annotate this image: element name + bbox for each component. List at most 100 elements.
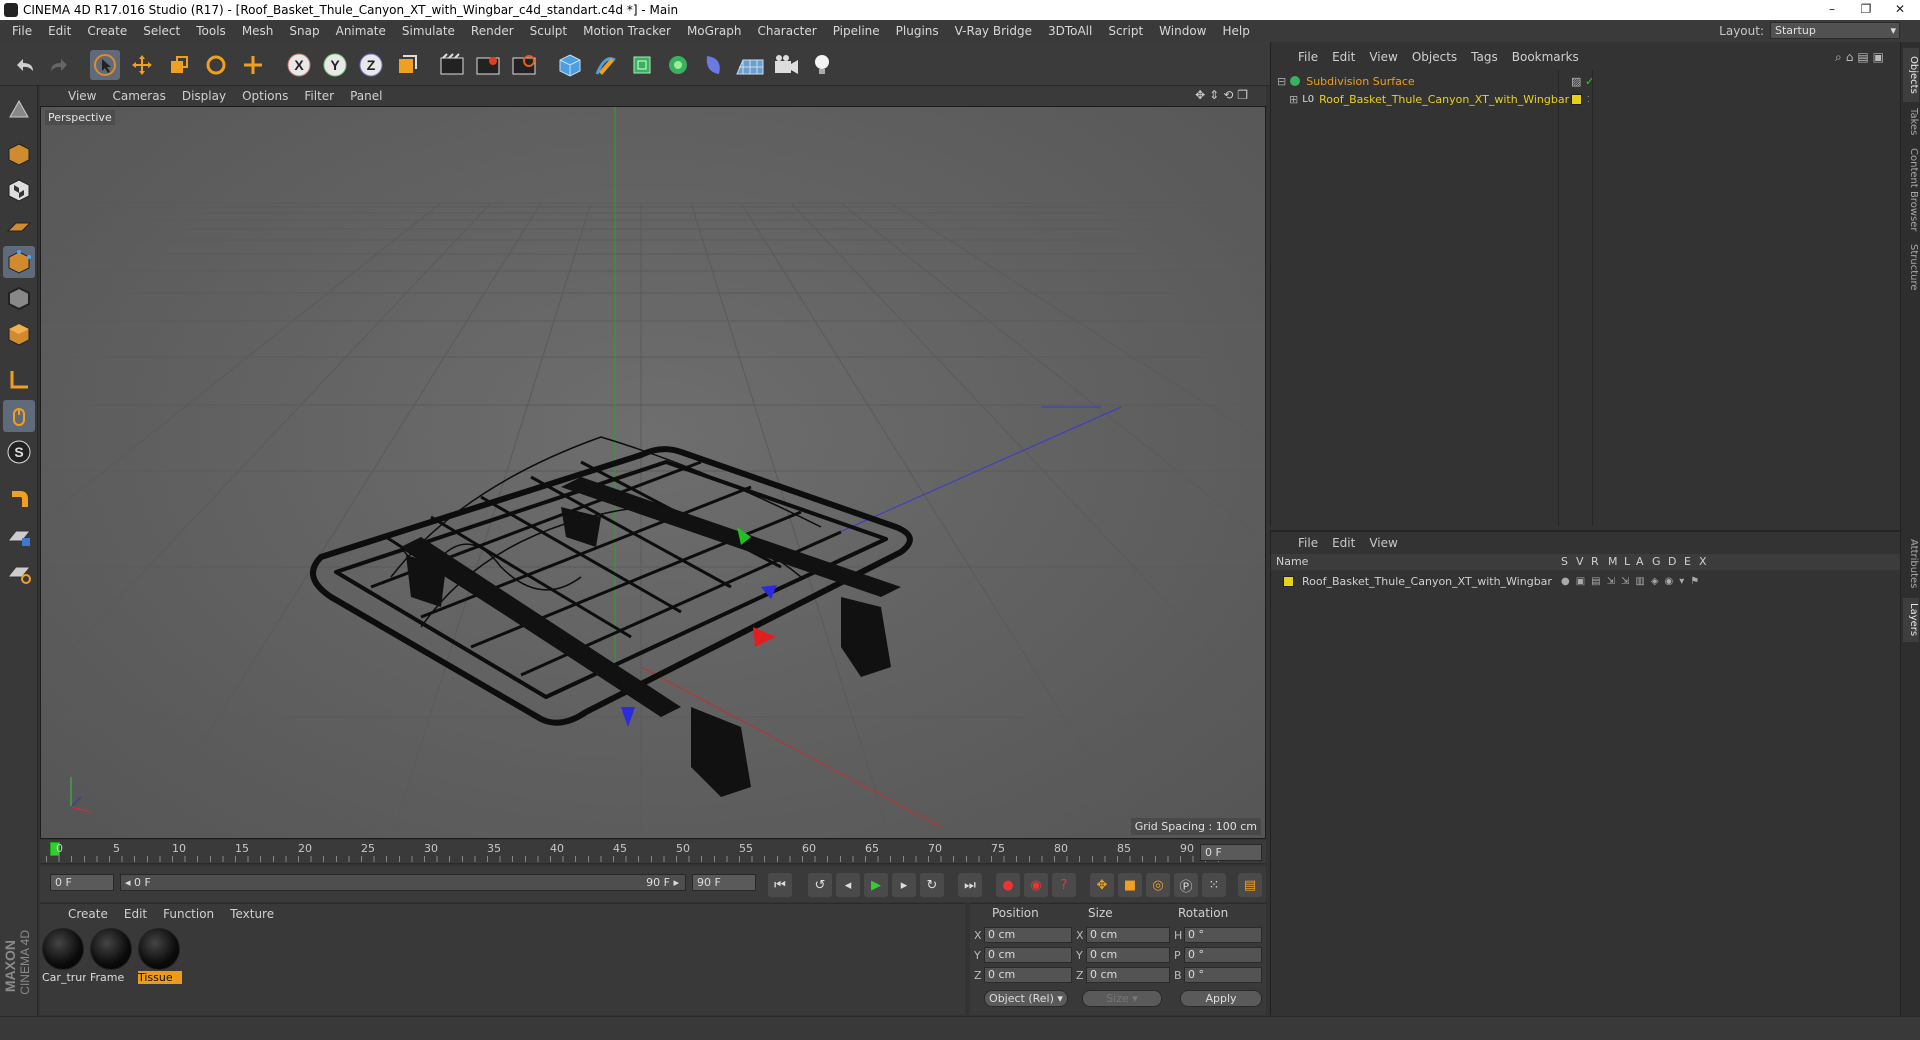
select-icon[interactable] [90, 50, 120, 80]
material-swatch[interactable]: Frame [90, 928, 134, 988]
step-back-icon[interactable]: ◂ [836, 873, 860, 897]
workplane-grid-icon[interactable] [3, 556, 35, 588]
size-z-field[interactable]: 0 cm [1086, 967, 1170, 983]
timeline-window-icon[interactable]: ▤ [1238, 873, 1262, 897]
layer-color-swatch[interactable] [1283, 575, 1294, 587]
keyframe-selection-icon[interactable]: ? [1052, 873, 1076, 897]
key-scale-icon[interactable]: ■ [1118, 873, 1142, 897]
lm-menu-view[interactable]: View [1362, 536, 1404, 550]
points-mode-icon[interactable] [3, 246, 35, 278]
light-icon[interactable] [807, 50, 837, 80]
redo-icon[interactable] [44, 50, 74, 80]
menu-snap[interactable]: Snap [281, 24, 327, 38]
floor-icon[interactable] [735, 50, 765, 80]
material-swatch[interactable]: Car_trur [42, 928, 86, 988]
material-swatch-selected[interactable]: Tissue [138, 928, 182, 988]
size-y-field[interactable]: 0 cm [1086, 947, 1170, 963]
close-button[interactable]: ✕ [1886, 0, 1914, 18]
frame-range-slider[interactable]: ◂ 0 F 90 F ▸ [120, 874, 686, 891]
object-row-roof-basket[interactable]: ⊞ L0 Roof_Basket_Thule_Canyon_XT_with_Wi… [1289, 90, 1897, 108]
step-forward-icon[interactable]: ▸ [892, 873, 916, 897]
menu-create[interactable]: Create [79, 24, 135, 38]
go-to-end-icon[interactable]: ⏭ [958, 873, 982, 897]
render-picture-icon[interactable] [473, 50, 503, 80]
layer-row[interactable]: Roof_Basket_Thule_Canyon_XT_with_Wingbar… [1283, 572, 1893, 590]
end-frame-field[interactable]: 90 F [692, 874, 756, 891]
om-menu-edit[interactable]: Edit [1325, 50, 1362, 64]
lm-menu-edit[interactable]: Edit [1325, 536, 1362, 550]
viewport-nav-icons[interactable]: ✥⇕⟲❐ [1187, 88, 1260, 102]
tab-structure[interactable]: Structure [1903, 240, 1919, 294]
viewport-menu-cameras[interactable]: Cameras [104, 89, 173, 103]
texture-mode-icon[interactable] [3, 174, 35, 206]
om-menu-file[interactable]: File [1291, 50, 1325, 64]
menu-help[interactable]: Help [1214, 24, 1257, 38]
undo-icon[interactable] [10, 50, 40, 80]
z-axis-icon[interactable]: Z [356, 50, 386, 80]
position-x-field[interactable]: 0 cm [984, 927, 1072, 943]
layer-color-swatch[interactable] [1571, 93, 1582, 105]
viewport-menu-options[interactable]: Options [234, 89, 296, 103]
timeline-ruler[interactable]: 0 5 10 15 20 25 30 35 40 45 50 55 60 65 … [40, 840, 1266, 864]
cube-icon[interactable] [555, 50, 585, 80]
world-coord-icon[interactable] [392, 50, 422, 80]
menu-3dtoall[interactable]: 3DToAll [1040, 24, 1100, 38]
material-menu-create[interactable]: Create [60, 907, 116, 921]
tab-content-browser[interactable]: Content Browser [1903, 142, 1919, 238]
current-frame-field[interactable]: 0 F [1200, 844, 1262, 861]
position-y-field[interactable]: 0 cm [984, 947, 1072, 963]
layout-select[interactable]: Startup ▾ [1770, 22, 1900, 39]
menu-file[interactable]: File [4, 24, 40, 38]
y-axis-icon[interactable]: Y [320, 50, 350, 80]
key-parameter-icon[interactable]: Ⓟ [1174, 873, 1198, 897]
pen-icon[interactable] [591, 50, 621, 80]
key-position-icon[interactable]: ✥ [1090, 873, 1114, 897]
rotation-b-field[interactable]: 0 ° [1184, 967, 1262, 983]
object-row-subdivision[interactable]: ⊟ Subdivision Surface ▨ ✓ [1277, 72, 1897, 90]
menu-mograph[interactable]: MoGraph [679, 24, 750, 38]
menu-plugins[interactable]: Plugins [888, 24, 947, 38]
tree-expand-icon[interactable]: ⊞ [1289, 93, 1298, 106]
camera-icon[interactable] [771, 50, 801, 80]
start-frame-field[interactable]: 0 F [50, 874, 114, 891]
enabled-check-icon[interactable]: ✓ [1585, 75, 1594, 88]
viewport-menu-view[interactable]: View [60, 89, 104, 103]
tab-takes[interactable]: Takes [1903, 104, 1919, 140]
key-pla-icon[interactable]: ⁙ [1202, 873, 1226, 897]
lm-menu-file[interactable]: File [1291, 536, 1325, 550]
viewport-menu-display[interactable]: Display [174, 89, 234, 103]
menu-character[interactable]: Character [749, 24, 824, 38]
subdivision-icon[interactable] [627, 50, 657, 80]
material-menu-function[interactable]: Function [155, 907, 222, 921]
lock-workplane-icon[interactable] [3, 520, 35, 552]
position-z-field[interactable]: 0 cm [984, 967, 1072, 983]
menu-simulate[interactable]: Simulate [394, 24, 463, 38]
axis-mode-icon[interactable] [3, 364, 35, 396]
material-menu-texture[interactable]: Texture [222, 907, 282, 921]
minimize-button[interactable]: – [1818, 0, 1846, 18]
menu-tools[interactable]: Tools [188, 24, 234, 38]
maximize-button[interactable]: ❐ [1852, 0, 1880, 18]
edges-mode-icon[interactable] [3, 282, 35, 314]
autokey-icon[interactable]: ◉ [1024, 873, 1048, 897]
render-view-icon[interactable] [437, 50, 467, 80]
menu-edit[interactable]: Edit [40, 24, 79, 38]
play-icon[interactable]: ▶ [864, 873, 888, 897]
render-settings-icon[interactable] [509, 50, 539, 80]
deformer-icon[interactable] [699, 50, 729, 80]
menu-motion-tracker[interactable]: Motion Tracker [575, 24, 679, 38]
perspective-viewport[interactable]: Perspective Grid Spacing : 100 cm [40, 106, 1266, 839]
move-icon[interactable] [127, 50, 157, 80]
x-axis-icon[interactable]: X [284, 50, 314, 80]
key-rotation-icon[interactable]: ◎ [1146, 873, 1170, 897]
tweak-mode-icon[interactable] [3, 400, 35, 432]
record-key-icon[interactable]: ● [996, 873, 1020, 897]
size-x-field[interactable]: 0 cm [1086, 927, 1170, 943]
snap-icon[interactable]: S [3, 436, 35, 468]
tab-attributes[interactable]: Attributes [1903, 532, 1919, 596]
menu-animate[interactable]: Animate [328, 24, 394, 38]
coordinate-mode-dropdown[interactable]: Object (Rel) ▾ [984, 990, 1068, 1007]
menu-sculpt[interactable]: Sculpt [522, 24, 575, 38]
apply-button[interactable]: Apply [1180, 990, 1262, 1007]
scale-icon[interactable] [164, 50, 194, 80]
